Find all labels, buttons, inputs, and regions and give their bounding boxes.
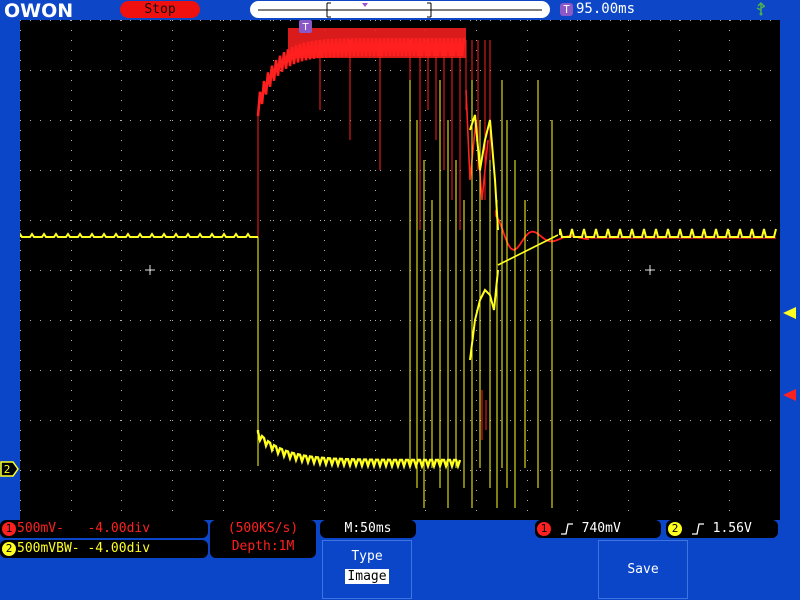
run-status-badge[interactable]: Stop — [120, 1, 200, 18]
owon-logo: OWON — [4, 0, 73, 20]
save-button[interactable]: Save — [598, 540, 688, 599]
type-label: Type — [351, 549, 383, 564]
ch2-ground-number: 2 — [4, 463, 11, 476]
ch1-settings[interactable]: 1 500mV- -4.00div — [0, 520, 208, 538]
trigger-time-readout: T 95.00ms — [560, 1, 760, 18]
ch1-trigger-info[interactable]: 1 740mV — [535, 520, 661, 538]
brand-text: OWON — [4, 0, 73, 20]
svg-text:T: T — [301, 22, 309, 33]
trigger-position-icon — [362, 3, 368, 7]
rising-edge-icon — [691, 522, 704, 535]
ch2-trigger-info[interactable]: 2 1.56V — [666, 520, 778, 538]
usb-icon — [756, 2, 766, 16]
acquisition-info: (500KS/s) Depth:1M — [210, 520, 316, 558]
type-value: Image — [345, 569, 389, 584]
ch2-settings[interactable]: 2 500mVBW- -4.00div — [0, 540, 208, 558]
trigger1-level: 740mV — [581, 521, 621, 536]
memory-depth: Depth:1M — [231, 539, 295, 554]
trigger2-level: 1.56V — [712, 521, 752, 536]
trigger-marker-t: T — [299, 20, 312, 33]
waveform-display[interactable]: T — [20, 20, 780, 520]
trigger2-number-badge: 2 — [668, 521, 682, 536]
ch1-number-badge: 1 — [2, 521, 16, 536]
memory-position-bar[interactable] — [250, 1, 550, 18]
trigger-time-value: 95.00ms — [576, 1, 636, 17]
type-softkey[interactable]: Type Image — [322, 540, 412, 599]
ch1-offset: -4.00div — [87, 521, 151, 536]
ch2-number-badge: 2 — [2, 541, 16, 556]
top-status-bar: OWON Stop T 95.00ms — [0, 0, 800, 20]
ch2-offset: -4.00div — [87, 541, 151, 556]
ch2-trigger-level-icon[interactable] — [781, 306, 797, 320]
ch1-trigger-level-icon[interactable] — [781, 388, 797, 402]
trigger1-number-badge: 1 — [537, 521, 551, 536]
timebase-readout[interactable]: M:50ms — [320, 520, 416, 538]
ch2-scale: 500mVBW- — [17, 541, 80, 556]
sample-rate: (500KS/s) — [227, 521, 299, 536]
rising-edge-icon — [560, 522, 573, 535]
ch2-ground-marker[interactable]: 2 — [0, 460, 20, 478]
ch1-scale: 500mV- — [17, 521, 64, 536]
trigger-position-badge: T — [560, 2, 573, 16]
